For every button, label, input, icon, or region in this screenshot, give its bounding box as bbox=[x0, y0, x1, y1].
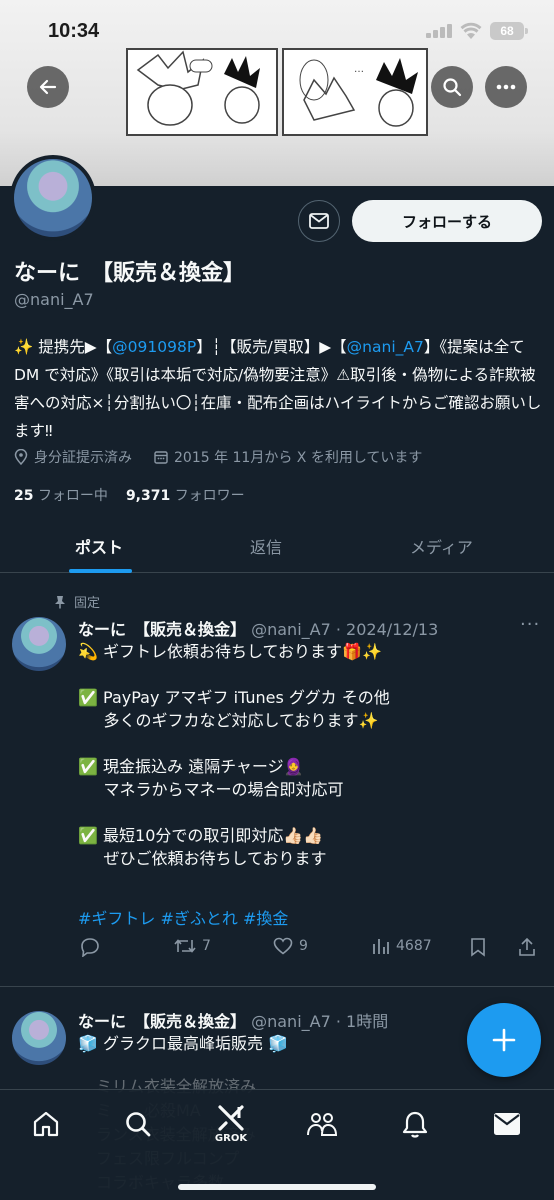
more-horizontal-icon bbox=[496, 84, 516, 90]
reply-button[interactable] bbox=[80, 937, 100, 957]
post-body: 💫 ギフトレ依頼お待ちしております🎁✨ ✅ PayPay アマギフ iTunes… bbox=[78, 642, 390, 868]
heart-icon bbox=[273, 937, 293, 955]
retweet-button[interactable]: 7 bbox=[174, 937, 211, 955]
follow-button[interactable]: フォローする bbox=[352, 200, 542, 242]
joined-text: 2015 年 11月から X を利用しています bbox=[174, 450, 423, 466]
bio-mention-link[interactable]: @091098P bbox=[112, 338, 196, 356]
envelope-icon bbox=[494, 1113, 520, 1135]
search-icon bbox=[126, 1112, 151, 1137]
following-label: フォロー中 bbox=[37, 488, 108, 504]
followers-label: フォロワー bbox=[174, 488, 245, 504]
post-body: 🧊 グラクロ最高峰垢販売 🧊 bbox=[78, 1034, 289, 1053]
post-meta: @nani_A7 · 2024/12/13 bbox=[251, 620, 439, 639]
pin-icon bbox=[55, 595, 65, 608]
profile-tabs: ポスト 返信 メディア bbox=[0, 520, 554, 573]
post-author-name[interactable]: なーに 【販売＆換金】 bbox=[78, 1012, 246, 1031]
post-divider bbox=[0, 986, 554, 987]
bio-text: ✨ 提携先▶【 bbox=[14, 338, 113, 356]
post-author-name[interactable]: なーに 【販売＆換金】 bbox=[78, 620, 246, 639]
retweet-count: 7 bbox=[202, 938, 211, 954]
profile-name: なーに 【販売＆換金】 bbox=[14, 261, 246, 286]
reply-icon bbox=[81, 938, 99, 957]
post-hashtags[interactable]: #ギフトレ #ぎふとれ #換金 bbox=[78, 905, 288, 929]
tab-posts[interactable]: ポスト bbox=[75, 534, 123, 558]
envelope-icon bbox=[309, 213, 329, 229]
following-count: 25 bbox=[14, 488, 34, 504]
share-icon bbox=[519, 937, 535, 956]
analytics-icon bbox=[373, 939, 389, 954]
tab-replies[interactable]: 返信 bbox=[250, 534, 282, 558]
pinned-text: 固定 bbox=[74, 596, 101, 611]
grok-label: GROK bbox=[214, 1132, 248, 1144]
post-header: なーに 【販売＆換金】 @nani_A7 · 2024/12/13 bbox=[78, 616, 438, 640]
home-icon bbox=[33, 1111, 59, 1137]
calendar-icon bbox=[154, 451, 168, 464]
tab-media[interactable]: メディア bbox=[410, 534, 473, 558]
profile-handle: @nani_A7 bbox=[14, 290, 94, 309]
status-time: 10:34 bbox=[48, 20, 100, 42]
battery-icon: 68 bbox=[490, 22, 528, 40]
follow-counts: 25 フォロー中 9,371 フォロワー bbox=[14, 485, 245, 505]
plus-icon bbox=[492, 1028, 516, 1052]
share-button[interactable] bbox=[518, 937, 536, 957]
bookmark-icon bbox=[471, 938, 485, 957]
location-pin-icon bbox=[14, 449, 28, 465]
post-actions: 7 9 4687 bbox=[78, 935, 540, 961]
post-header: なーに 【販売＆換金】 @nani_A7 · 1時間 bbox=[78, 1008, 388, 1032]
signal-icon bbox=[426, 24, 452, 38]
nav-messages[interactable] bbox=[487, 1104, 527, 1144]
grok-icon bbox=[218, 1104, 244, 1131]
svg-text:…: … bbox=[354, 64, 364, 75]
search-icon bbox=[443, 78, 462, 97]
nav-home[interactable] bbox=[26, 1104, 66, 1144]
like-count: 9 bbox=[299, 938, 308, 954]
compose-post-button[interactable] bbox=[467, 1003, 541, 1077]
bio-mention-link[interactable]: @nani_A7 bbox=[347, 338, 424, 356]
followers-count: 9,371 bbox=[125, 488, 171, 504]
wifi-icon bbox=[460, 22, 482, 39]
communities-icon bbox=[307, 1113, 338, 1136]
bell-icon bbox=[402, 1111, 428, 1138]
post-more-button[interactable]: ··· bbox=[520, 614, 540, 635]
more-options-button[interactable] bbox=[485, 66, 527, 108]
back-button[interactable] bbox=[27, 66, 69, 108]
bio-text: 】┆【販売/買取】▶【 bbox=[196, 338, 347, 356]
nav-grok[interactable]: GROK bbox=[211, 1100, 251, 1148]
profile-bio: ✨ 提携先▶【@091098P】┆【販売/買取】▶【@nani_A7】《提案は全… bbox=[14, 333, 542, 445]
pinned-label: 固定 bbox=[54, 592, 100, 611]
nav-communities[interactable] bbox=[302, 1104, 342, 1144]
profile-avatar[interactable] bbox=[10, 155, 96, 241]
retweet-icon bbox=[174, 939, 196, 953]
nav-search[interactable] bbox=[118, 1104, 158, 1144]
bottom-navigation: GROK bbox=[0, 1089, 554, 1200]
followers-link[interactable]: 9,371 フォロワー bbox=[126, 485, 245, 505]
bookmark-button[interactable] bbox=[470, 937, 486, 957]
views-button[interactable]: 4687 bbox=[372, 937, 432, 955]
joined-info: 2015 年 11月から X を利用しています bbox=[154, 447, 422, 467]
search-button[interactable] bbox=[431, 66, 473, 108]
like-button[interactable]: 9 bbox=[273, 937, 308, 955]
active-tab-indicator bbox=[69, 569, 132, 573]
home-indicator bbox=[178, 1184, 376, 1190]
post-avatar[interactable] bbox=[12, 1011, 66, 1065]
profile-meta: 身分証提示済み 2015 年 11月から X を利用しています bbox=[14, 447, 422, 467]
arrow-left-icon bbox=[39, 79, 57, 95]
nav-notifications[interactable] bbox=[395, 1104, 435, 1144]
message-button[interactable] bbox=[298, 200, 340, 242]
status-bar: 10:34 68 bbox=[0, 0, 554, 62]
verification-info: 身分証提示済み bbox=[14, 447, 132, 467]
post-meta: @nani_A7 · 1時間 bbox=[251, 1012, 389, 1031]
view-count: 4687 bbox=[396, 938, 432, 954]
following-link[interactable]: 25 フォロー中 bbox=[14, 485, 108, 505]
post-avatar[interactable] bbox=[12, 617, 66, 671]
verification-text: 身分証提示済み bbox=[34, 450, 132, 466]
